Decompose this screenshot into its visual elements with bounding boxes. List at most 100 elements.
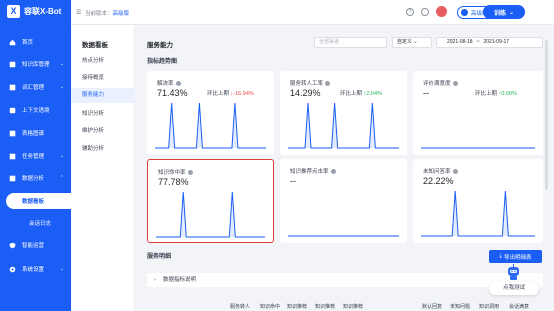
metric-card-satisfaction[interactable]: 评价满意度 -- 环比上期 ↑0.00% — [413, 71, 543, 155]
test-assistant-label: 点我测试 — [489, 282, 539, 295]
nav-label: 任务管理 — [22, 154, 45, 160]
nav-smart-operation[interactable]: 智能运营 — [0, 237, 71, 253]
chevron-down-icon: ⌄ — [508, 9, 515, 16]
column-header: 知识推荐 — [287, 304, 308, 310]
column-header: 会话满意 — [509, 304, 530, 310]
range-label: 自定义 — [397, 39, 413, 45]
export-label: 导出明细表 — [503, 254, 532, 261]
scrollbar[interactable] — [545, 40, 548, 190]
detail-section-title: 服务明细 — [147, 254, 172, 260]
nav-label: 数据分析 — [22, 176, 45, 182]
submenu-item-maintenance-analysis[interactable]: 维护分析 — [71, 124, 135, 139]
dictionary-icon — [9, 84, 16, 90]
submenu-item-knowledge-analysis[interactable]: 知识分析 — [71, 107, 135, 122]
nav-system-settings[interactable]: 系统设置 ⌄ — [0, 261, 71, 277]
export-button[interactable]: ⤓ 导出明细表 — [489, 250, 542, 263]
table-header: 服务转人 知识命中 知识推荐 知识推荐 知识推荐 默认回复 未知问题 知识调用 … — [147, 303, 543, 311]
range-select[interactable]: 自定义 ⌄ — [392, 37, 432, 48]
book-icon — [9, 61, 16, 67]
home-icon — [9, 39, 16, 45]
sparkline-chart — [421, 190, 535, 237]
app-logo[interactable]: X 容联X-Bot — [7, 5, 61, 18]
column-header: 知识推荐 — [343, 304, 364, 310]
chevron-down-icon: ⌄ — [59, 84, 64, 90]
sparkline-chart — [288, 235, 399, 237]
notification-icon[interactable]: · — [421, 8, 429, 16]
chevron-down-icon: ⌄ — [59, 61, 64, 67]
context-icon — [9, 107, 16, 113]
sparkline-line — [421, 190, 535, 237]
submenu-item-hot-analysis[interactable]: 热点分析 — [71, 54, 135, 69]
column-header: 未知问题 — [450, 304, 471, 310]
nav-label: 知识库管理 — [22, 62, 50, 68]
column-header: 知识推荐 — [315, 304, 336, 310]
chevron-right-icon: › — [154, 277, 156, 283]
nav-label: 会话日志 — [29, 221, 52, 227]
sparkline-chart — [156, 191, 265, 238]
metric-card-resolution-rate[interactable]: 解决率 71.43% 环比上期 ↓-16.94% — [147, 71, 274, 155]
nav-label: 数据看板 — [22, 199, 45, 205]
sparkline-area — [421, 191, 535, 236]
test-assistant[interactable]: 点我测试 — [489, 264, 539, 297]
nav-label: 上下文语境 — [22, 108, 50, 114]
date-end[interactable]: 2021-09-17 — [484, 38, 510, 47]
app-name: 容联X-Bot — [24, 7, 62, 16]
chevron-down-icon: ⌄ — [59, 266, 64, 272]
train-label: 训练 — [493, 10, 506, 17]
date-start[interactable]: 2021-08-18 — [447, 38, 473, 47]
sparkline-line — [288, 102, 399, 149]
avatar[interactable] — [436, 6, 447, 17]
channel-select[interactable]: 全部渠道 — [314, 37, 387, 48]
column-header: 知识调用 — [479, 304, 500, 310]
secondary-menu: 数据看板 热点分析 接待概览 服务能力 知识分析 维护分析 辅助分析 — [71, 25, 135, 311]
help-icon[interactable]: ? — [406, 8, 414, 16]
nav-vocabulary[interactable]: 词汇管理 ⌄ — [0, 79, 71, 95]
shield-icon — [9, 242, 16, 248]
nav-label: 智能运营 — [22, 243, 45, 249]
submenu-item-assist-analysis[interactable]: 辅助分析 — [71, 142, 135, 157]
explain-label: 数据指标说明 — [163, 277, 197, 283]
top-header: ☰ 当前版本：高级版 ? · 高级版 ⌄ 训练 ⌄ — [71, 0, 554, 25]
table-icon — [9, 130, 16, 136]
sparkline-line — [156, 191, 265, 238]
column-header: 服务转人 — [230, 304, 251, 310]
menu-toggle-icon[interactable]: ☰ — [76, 9, 81, 16]
nav-home[interactable]: 首页 — [0, 34, 71, 50]
submenu-item-service-capability[interactable]: 服务能力 — [71, 88, 135, 103]
train-button[interactable]: 训练 ⌄ — [483, 5, 525, 19]
nav-session-log[interactable]: 会话日志 — [0, 215, 71, 231]
nav-task-management[interactable]: 任务管理 ⌄ — [0, 148, 71, 164]
date-range-picker[interactable]: 2021-08-18 ~ 2021-09-17 — [436, 37, 543, 48]
sidebar: X 容联X-Bot 首页 知识库管理 ⌄ 词汇管理 ⌄ 上下文语境 表格图谱 任… — [0, 0, 71, 311]
chart-icon — [9, 175, 16, 181]
nav-label: 词汇管理 — [22, 85, 45, 91]
metric-card-knowledge-hit-rate[interactable]: 知识命中率 77.78% — [147, 159, 274, 243]
metric-explain-collapse[interactable]: › 数据指标说明 — [147, 273, 543, 287]
nav-label: 首页 — [22, 40, 34, 46]
trend-section-title: 指标趋势图 — [147, 59, 178, 65]
page-title: 服务能力 — [147, 42, 173, 49]
nav-label: 表格图谱 — [22, 131, 45, 137]
nav-table-graph[interactable]: 表格图谱 — [0, 125, 71, 141]
nav-label: 系统设置 — [22, 267, 45, 273]
metric-card-unknown-question-rate[interactable]: 未知问答率 22.22% — [413, 159, 543, 243]
edition-icon — [461, 9, 468, 16]
nav-data-analysis[interactable]: 数据分析 ⌃ — [0, 170, 71, 186]
sparkline-chart — [421, 147, 535, 149]
version-info: 当前版本：高级版 — [85, 9, 129, 17]
sparkline-area — [156, 192, 265, 237]
metric-card-recommend-click-rate[interactable]: 知识推荐点击率 -- — [280, 159, 407, 243]
submenu-title: 数据看板 — [82, 42, 108, 49]
nav-data-dashboard[interactable]: 数据看板 — [6, 193, 71, 209]
logo-mark-icon: X — [7, 5, 20, 18]
sparkline-chart — [288, 102, 399, 149]
download-icon: ⤓ — [499, 253, 502, 259]
submenu-item-reception-overview[interactable]: 接待概览 — [71, 71, 135, 86]
robot-icon — [508, 264, 519, 280]
metric-card-transfer-rate[interactable]: 服务转人工率 14.29% 环比上期 ↑2.04% — [280, 71, 407, 155]
nav-knowledge-base[interactable]: 知识库管理 ⌄ — [0, 56, 71, 72]
sparkline-chart — [155, 102, 266, 149]
task-icon — [9, 153, 16, 159]
column-header: 默认回复 — [422, 304, 443, 310]
nav-context[interactable]: 上下文语境 — [0, 102, 71, 118]
